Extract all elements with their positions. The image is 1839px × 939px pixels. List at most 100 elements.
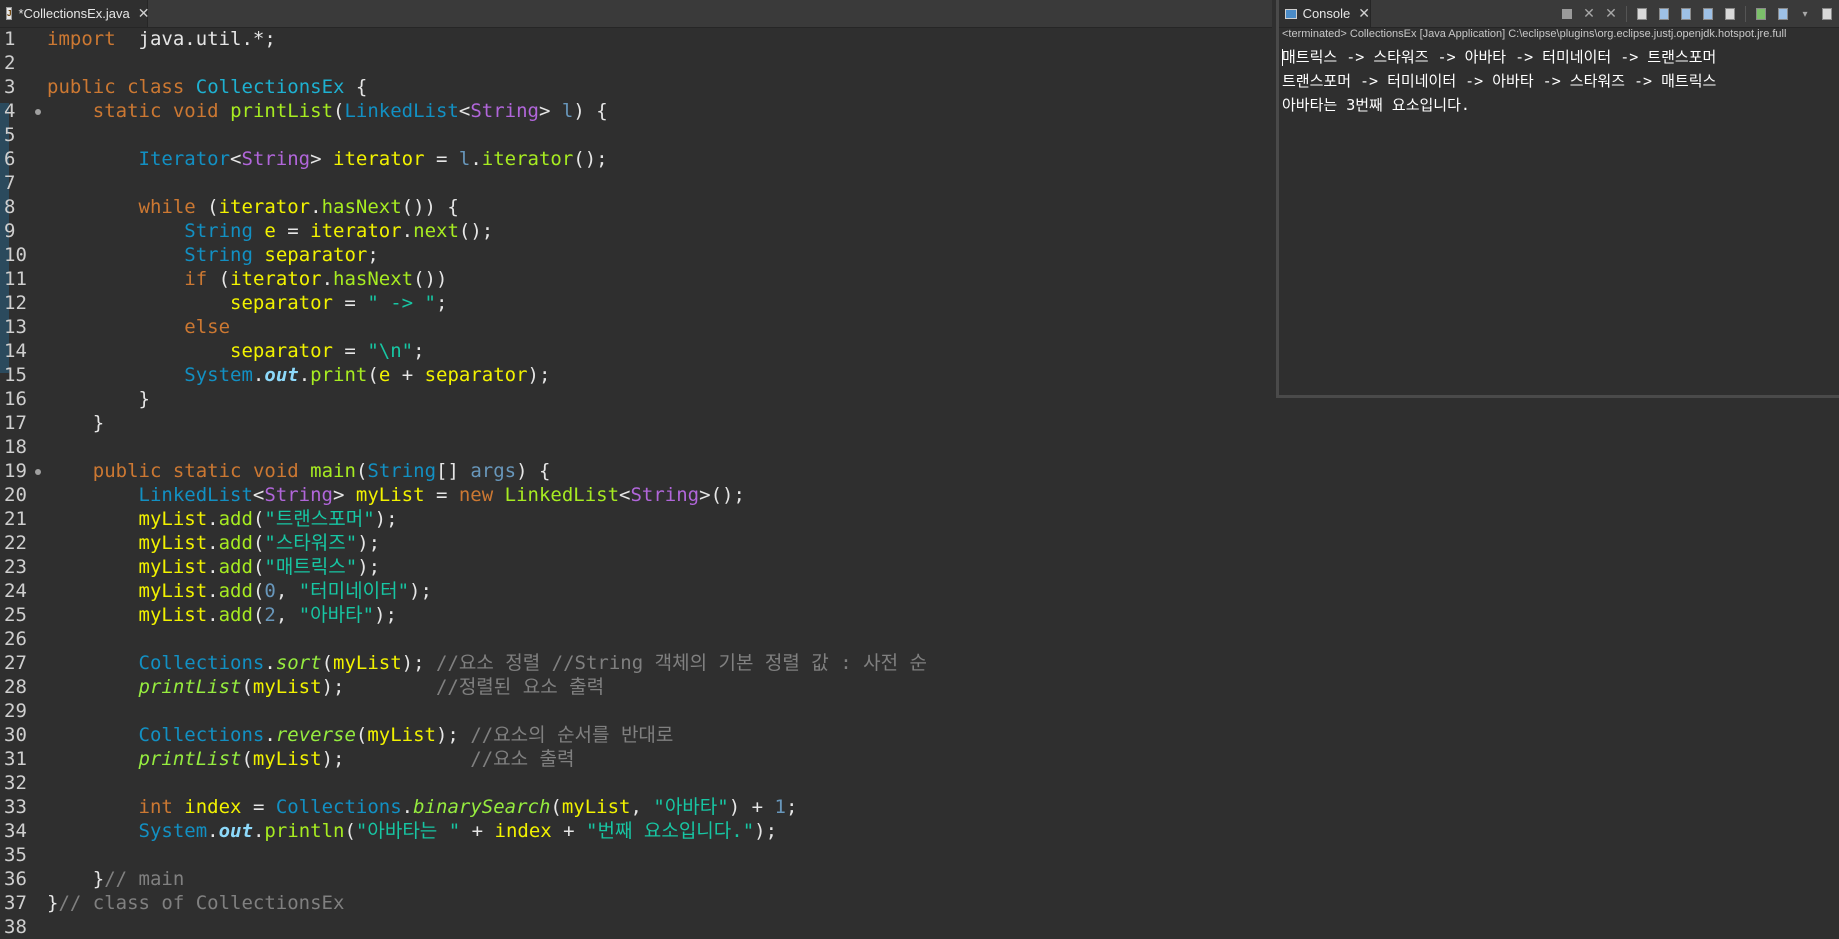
remove-all-button[interactable]: ✕ — [1602, 6, 1620, 22]
console-output[interactable]: 매트릭스 -> 스타워즈 -> 아바타 -> 터미네이터 -> 트랜스포머 트랜스… — [1282, 45, 1716, 117]
code-text: else — [47, 315, 230, 339]
view-menu-button[interactable]: ▾ — [1796, 6, 1814, 22]
code-line[interactable]: 9 String e = iterator.next(); — [0, 219, 1272, 243]
code-line[interactable]: 26 — [0, 627, 1272, 651]
code-line[interactable]: 27 Collections.sort(myList); //요소 정렬 //S… — [0, 651, 1272, 675]
code-line[interactable]: 18 — [0, 435, 1272, 459]
code-token: . — [207, 508, 219, 530]
code-line[interactable]: 2 — [0, 51, 1272, 75]
remove-icon: ✕ — [1583, 6, 1595, 22]
code-line[interactable]: 6 Iterator<String> iterator = l.iterator… — [0, 147, 1272, 171]
toolbar-separator — [1626, 6, 1627, 22]
code-text: myList.add(2, "아바타"); — [47, 603, 397, 627]
pin-console-button[interactable] — [1752, 6, 1770, 22]
clear-console-button[interactable] — [1633, 6, 1651, 22]
code-token: void — [252, 460, 299, 482]
line-number: 21 — [4, 508, 27, 530]
code-token: ( — [550, 796, 562, 818]
code-line[interactable]: 20 LinkedList<String> myList = new Linke… — [0, 483, 1272, 507]
code-line[interactable]: 21 myList.add("트랜스포머"); — [0, 507, 1272, 531]
word-wrap-button[interactable] — [1677, 6, 1695, 22]
code-token: separator — [424, 364, 528, 386]
code-token: String — [630, 484, 700, 506]
code-line[interactable]: 36 }// main — [0, 867, 1272, 891]
code-line[interactable]: 23 myList.add("매트릭스"); — [0, 555, 1272, 579]
tab-collectionsex-java[interactable]: J *CollectionsEx.java ✕ — [0, 0, 150, 27]
code-token: ( — [241, 676, 253, 698]
code-line[interactable]: 11 if (iterator.hasNext()) — [0, 267, 1272, 291]
line-number: 26 — [4, 628, 27, 650]
code-line[interactable]: 33 int index = Collections.binarySearch(… — [0, 795, 1272, 819]
code-line[interactable]: 34 System.out.println("아바타는 " + index + … — [0, 819, 1272, 843]
line-number: 25 — [4, 604, 27, 626]
code-editor[interactable]: J *CollectionsEx.java ✕ 1 import java.uti… — [0, 0, 1272, 938]
code-token: args — [470, 460, 517, 482]
tab-console[interactable]: Console ✕ — [1279, 0, 1371, 27]
code-line[interactable]: 30 Collections.reverse(myList); //요소의 순서… — [0, 723, 1272, 747]
code-line[interactable]: 32 — [0, 771, 1272, 795]
code-line[interactable]: 17 } — [0, 411, 1272, 435]
open-console-button[interactable] — [1818, 6, 1836, 22]
code-token: index — [494, 820, 552, 842]
code-text: }// class of CollectionsEx — [47, 891, 344, 915]
remove-launch-button[interactable]: ✕ — [1580, 6, 1598, 22]
code-line[interactable]: 13 else — [0, 315, 1272, 339]
code-line[interactable]: 16 } — [0, 387, 1272, 411]
editor-tab-bar: J *CollectionsEx.java ✕ — [0, 0, 1272, 28]
code-line[interactable]: 19 public static void main(String[] args… — [0, 459, 1272, 483]
code-line[interactable]: 12 separator = " -> "; — [0, 291, 1272, 315]
code-token: ( — [321, 652, 334, 674]
code-line[interactable]: 1 import java.util.*; — [0, 27, 1272, 51]
line-number: 23 — [4, 556, 27, 578]
console-view: Console ✕ ✕ ✕ ▾ <terminated> Collections… — [1276, 0, 1839, 398]
code-line[interactable]: 7 — [0, 171, 1272, 195]
code-token: e — [264, 220, 276, 242]
code-token: int — [138, 796, 173, 818]
code-line[interactable]: 10 String separator; — [0, 243, 1272, 267]
tab-label: *CollectionsEx.java — [18, 6, 130, 21]
code-line[interactable]: 35 — [0, 843, 1272, 867]
code-token: myList — [138, 580, 208, 602]
code-line[interactable]: 5 — [0, 123, 1272, 147]
scroll-lock-button[interactable] — [1655, 6, 1673, 22]
close-icon[interactable]: ✕ — [138, 5, 150, 22]
code-line[interactable]: 31 printList(myList); //요소 출력 — [0, 747, 1272, 771]
display-console-button[interactable] — [1774, 6, 1792, 22]
code-token: ); — [321, 748, 471, 770]
code-line[interactable]: 15 System.out.print(e + separator); — [0, 363, 1272, 387]
code-line[interactable]: 22 myList.add("스타워즈"); — [0, 531, 1272, 555]
code-line[interactable]: 28 printList(myList); //정렬된 요소 출력 — [0, 675, 1272, 699]
code-token: 2 — [264, 604, 276, 626]
code-line[interactable]: 24 myList.add(0, "터미네이터"); — [0, 579, 1272, 603]
fold-marker-icon[interactable] — [35, 469, 41, 475]
scroll-lock-icon — [1659, 8, 1669, 20]
close-icon[interactable]: ✕ — [1358, 5, 1370, 22]
code-token: String — [367, 460, 437, 482]
code-line[interactable]: 37}// class of CollectionsEx — [0, 891, 1272, 915]
code-token: next — [413, 220, 459, 242]
show-stdout-button[interactable] — [1699, 6, 1717, 22]
code-line[interactable]: 29 — [0, 699, 1272, 723]
stop-icon — [1562, 9, 1572, 19]
code-token: } — [47, 868, 105, 890]
code-line[interactable]: 38 — [0, 915, 1272, 939]
terminate-button[interactable] — [1558, 6, 1576, 22]
console-tab-bar: Console ✕ ✕ ✕ ▾ — [1279, 0, 1839, 28]
fold-marker-icon[interactable] — [35, 109, 41, 115]
show-stderr-button[interactable] — [1721, 6, 1739, 22]
code-line[interactable]: 14 separator = "\n"; — [0, 339, 1272, 363]
code-line[interactable]: 3 public class CollectionsEx { — [0, 75, 1272, 99]
code-text: String e = iterator.next(); — [47, 219, 493, 243]
code-token: iterator — [218, 196, 311, 218]
code-line[interactable]: 8 while (iterator.hasNext()) { — [0, 195, 1272, 219]
code-token: "아바타" — [653, 796, 729, 818]
code-line[interactable]: 4 static void printList(LinkedList<Strin… — [0, 99, 1272, 123]
code-line[interactable]: 25 myList.add(2, "아바타"); — [0, 603, 1272, 627]
code-area[interactable]: 1 import java.util.*; 2 3 public class Colle… — [0, 27, 1272, 939]
